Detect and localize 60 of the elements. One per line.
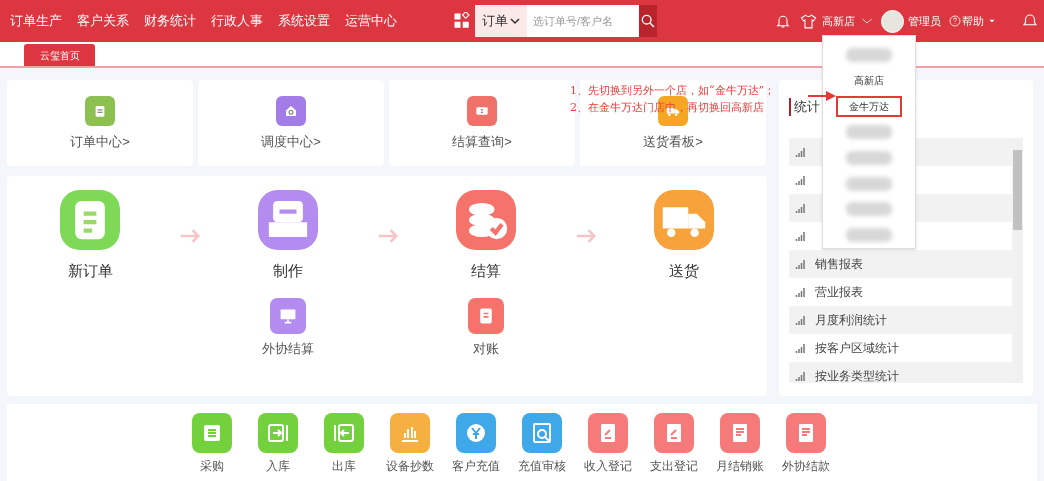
quick-link[interactable]: 订单中心> (70, 132, 130, 152)
shortcut-button[interactable]: 入库 (256, 413, 300, 481)
step-label: 制作 (273, 261, 303, 281)
store-menu-item[interactable]: 金牛万达 (836, 95, 902, 118)
arrow-icon (808, 91, 836, 101)
signal-bars-icon (794, 286, 807, 298)
step-label: 新订单 (67, 261, 113, 281)
nav-item[interactable]: 系统设置 (278, 11, 330, 31)
shortcut-button[interactable]: 出库 (322, 413, 366, 481)
user-name[interactable]: 管理员 (908, 12, 941, 30)
step-label: 结算 (471, 261, 501, 281)
nav-item[interactable]: 财务统计 (144, 11, 196, 31)
step-label: 外协结算 (262, 340, 314, 358)
shirt-icon (800, 12, 817, 30)
nav-item[interactable]: 客户关系 (77, 11, 129, 31)
signal-bars-icon (794, 202, 807, 214)
nav-item[interactable]: 行政人事 (211, 11, 263, 31)
help-icon (949, 15, 961, 27)
chevron-down-icon (508, 15, 521, 27)
stats-list-item[interactable]: 销售报表 (789, 250, 1012, 278)
shortcut-button[interactable]: 采购 (190, 413, 234, 481)
nav-item[interactable]: 运营中心 (345, 11, 397, 31)
step-label: 对账 (473, 340, 499, 358)
avatar (881, 9, 904, 33)
shortcut-button[interactable]: 外协结款 (784, 413, 828, 481)
signal-bars-icon (794, 174, 807, 186)
signal-bars-icon (794, 342, 807, 354)
annotation-text: 1、先切换到另外一个店，如“金牛万达”； (570, 83, 776, 99)
shortcut-button[interactable]: 月结销账 (718, 413, 762, 481)
nav-item[interactable]: 订单生产 (10, 11, 62, 31)
grid-icon (453, 12, 471, 30)
search-field[interactable]: 选订单号/客户名 (527, 5, 639, 37)
step-label: 送货 (669, 261, 699, 281)
stats-list-item[interactable]: 按业务类型统计 (789, 362, 1012, 383)
help-menu[interactable]: 帮助 (949, 12, 996, 30)
signal-bars-icon (794, 258, 807, 270)
scrollbar-thumb[interactable] (1013, 150, 1022, 230)
signal-bars-icon (794, 314, 807, 326)
quick-link[interactable]: 调度中心> (261, 132, 321, 152)
signal-bars-icon (794, 370, 807, 382)
search-icon (640, 13, 656, 29)
scope-dropdown[interactable]: 订单 (475, 5, 527, 37)
quick-link[interactable]: 送货看板> (643, 132, 703, 152)
shortcut-button[interactable]: 收入登记 (586, 413, 630, 481)
shortcut-button[interactable]: 设备抄数 (388, 413, 432, 481)
tab[interactable]: 云玺首页 (24, 44, 95, 66)
scrollbar[interactable] (1012, 138, 1023, 383)
signal-bars-icon (794, 146, 807, 158)
shortcut-button[interactable]: 客户充值 (454, 413, 498, 481)
caret-icon (988, 17, 996, 25)
quick-link[interactable]: 结算查询> (452, 132, 512, 152)
search-button[interactable] (639, 5, 657, 37)
panel-title: 统计 (789, 98, 820, 116)
store-switcher[interactable]: 高新店 (822, 12, 873, 30)
signal-bars-icon (794, 230, 807, 242)
bell-icon (775, 13, 791, 29)
stats-list-item[interactable]: 月度利润统计 (789, 306, 1012, 334)
shortcut-button[interactable]: 支出登记 (652, 413, 696, 481)
shortcut-button[interactable]: 充值审核 (520, 413, 564, 481)
store-menu-item[interactable]: 高新店 (836, 69, 902, 92)
